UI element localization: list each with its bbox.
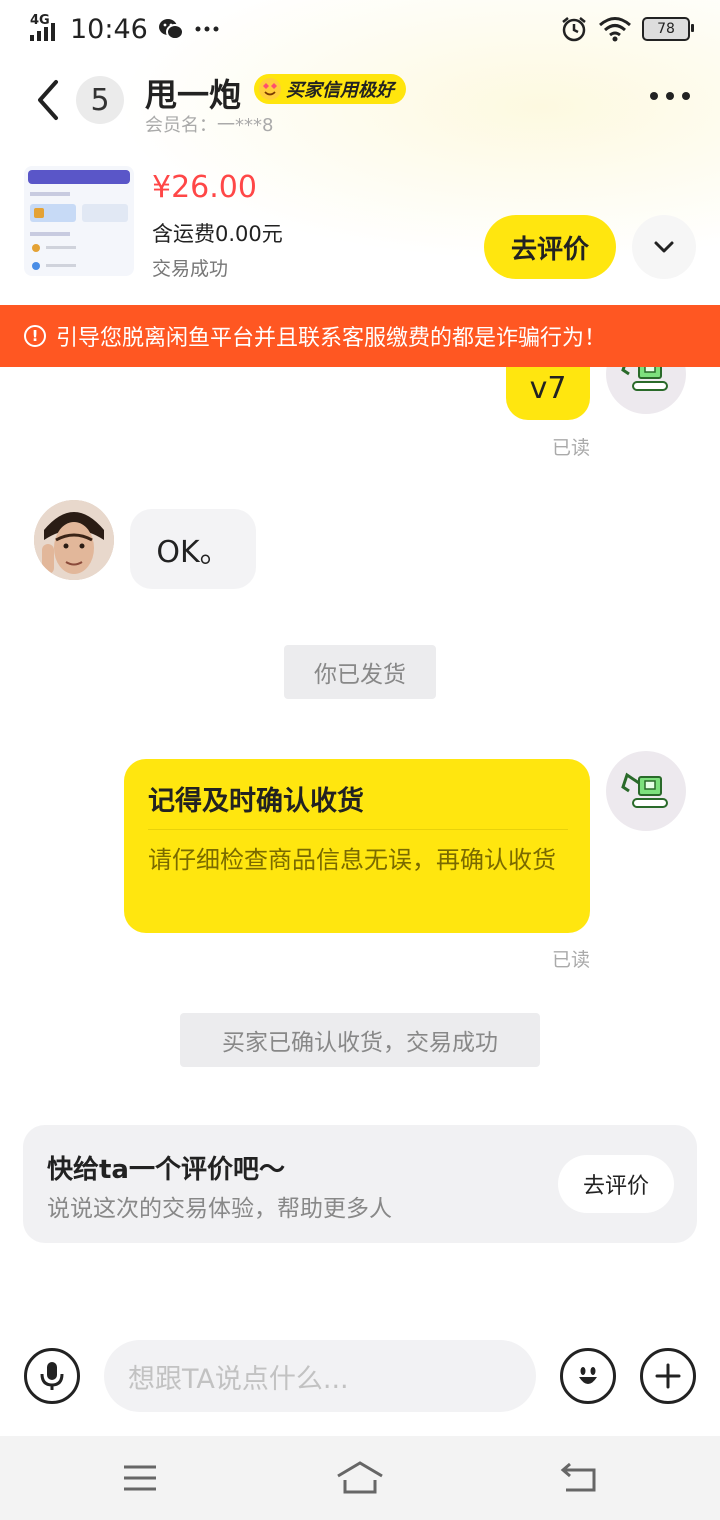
partner-avatar[interactable] [34,500,114,580]
system-message: 你已发货 [284,645,436,699]
review-subtitle: 说说这次的交易体验，帮助更多人 [47,1196,392,1222]
expand-button[interactable] [632,215,696,279]
portrait-avatar-icon [34,500,114,580]
unread-count-badge[interactable]: 5 [76,76,124,124]
message-text: v7 [529,370,567,406]
rate-button[interactable]: 去评价 [484,215,616,279]
wifi-icon [599,17,631,42]
my-avatar[interactable] [606,751,686,831]
system-message: 买家已确认收货，交易成功 [180,1013,540,1067]
product-thumbnail[interactable] [24,166,134,276]
chevron-down-icon [654,241,674,253]
message-input[interactable]: 想跟TA说点什么... [104,1340,536,1412]
card-divider [148,829,568,830]
credit-badge[interactable]: 买家信用极好 [254,74,406,104]
more-dots-icon [195,26,219,32]
read-receipt: 已读 [552,949,591,971]
status-bar-right: 78 [560,12,694,46]
menu-icon[interactable] [122,1464,158,1492]
more-options-icon [650,92,658,100]
review-title: 快给ta一个评价吧～ [47,1155,285,1185]
voice-button[interactable] [24,1348,80,1404]
credit-badge-label: 买家信用极好 [286,80,394,101]
battery-indicator: 78 [642,17,694,41]
smile-face-icon [259,78,281,100]
read-receipt: 已读 [552,437,591,459]
network-type: 4G [30,13,50,28]
fraud-warning-banner: ! 引导您脱离闲鱼平台并且联系客服缴费的都是诈骗行为！ [0,305,720,367]
status-bar-left: 4G 10:46 [30,10,220,48]
review-button[interactable]: 去评价 [558,1155,674,1213]
card-body: 请仔细检查商品信息无误，再确认收货 [148,846,556,874]
plus-icon [655,1363,681,1389]
add-attachment-button[interactable] [640,1348,696,1404]
transaction-status: 交易成功 [152,258,229,280]
home-icon[interactable] [336,1460,384,1496]
wechat-icon [158,19,184,40]
microphone-icon [40,1362,64,1390]
more-options-button[interactable] [650,92,690,100]
warning-text: 引导您脱离闲鱼平台并且联系客服缴费的都是诈骗行为！ [56,326,607,351]
back-nav-icon[interactable] [560,1462,598,1494]
confirm-receipt-card[interactable]: 记得及时确认收货 请仔细检查商品信息无误，再确认收货 [124,759,590,933]
smile-icon [579,1367,597,1384]
chat-partner-name[interactable]: 甩一炮 [145,70,241,116]
emoji-button[interactable] [560,1348,616,1404]
card-title: 记得及时确认收货 [148,786,364,817]
warning-icon: ! [24,325,46,347]
shipping-fee: 含运费0.00元 [152,222,283,246]
message-text: OK。 [156,535,230,570]
status-time: 10:46 [70,13,148,45]
excavator-icon [621,772,668,808]
back-arrow-icon[interactable] [30,78,70,122]
alarm-icon [562,17,586,42]
signal-icon: 4G [30,13,60,43]
system-nav-bar [0,1436,720,1520]
review-prompt-card: 快给ta一个评价吧～ 说说这次的交易体验，帮助更多人 去评价 [23,1125,697,1243]
product-price: ¥26.00 [152,170,257,205]
message-bubble-other[interactable]: OK。 [130,509,256,589]
member-name: 会员名：一***8 [145,115,274,136]
